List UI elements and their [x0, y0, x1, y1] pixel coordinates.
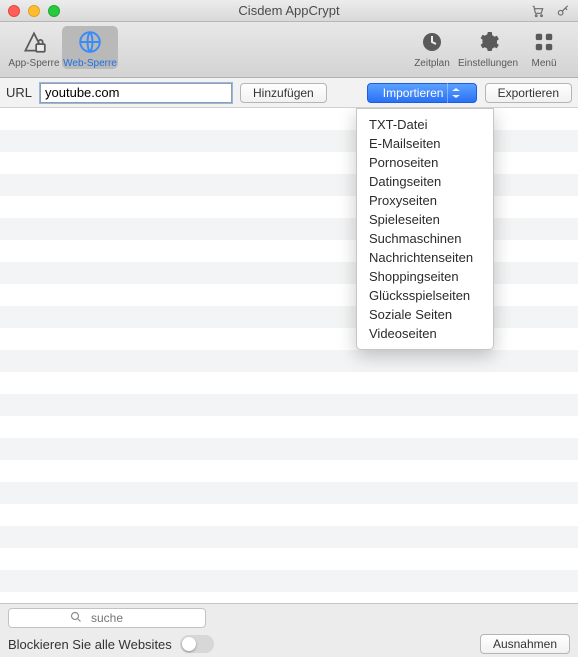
tab-web-lock[interactable]: Web-Sperre: [62, 26, 118, 69]
toolbar: App-Sperre Web-Sperre Zeitplan Einstellu…: [0, 22, 578, 78]
cart-icon[interactable]: [530, 4, 546, 18]
clock-icon: [418, 28, 446, 56]
app-lock-icon: [20, 28, 48, 56]
url-input[interactable]: [40, 83, 232, 103]
table-row: [0, 350, 578, 372]
import-menu-item[interactable]: Suchmaschinen: [357, 229, 493, 248]
schedule-button[interactable]: Zeitplan: [404, 26, 460, 69]
import-dropdown-menu: TXT-DateiE-MailseitenPornoseitenDatingse…: [356, 108, 494, 350]
table-row: [0, 526, 578, 548]
block-all-label: Blockieren Sie alle Websites: [8, 637, 172, 652]
export-button[interactable]: Exportieren: [485, 83, 572, 103]
table-row: [0, 438, 578, 460]
import-menu-item[interactable]: Nachrichtenseiten: [357, 248, 493, 267]
import-menu-item[interactable]: Shoppingseiten: [357, 267, 493, 286]
url-row: URL Hinzufügen Importieren Exportieren: [0, 78, 578, 108]
divider: [447, 83, 448, 103]
tab-web-lock-label: Web-Sperre: [63, 58, 117, 69]
chevron-down-icon: [452, 88, 460, 98]
grid-icon: [530, 28, 558, 56]
key-icon[interactable]: [556, 4, 570, 18]
table-row: [0, 592, 578, 603]
import-menu-item[interactable]: TXT-Datei: [357, 115, 493, 134]
zoom-window-button[interactable]: [48, 5, 60, 17]
table-row: [0, 372, 578, 394]
url-label: URL: [6, 85, 32, 100]
import-menu-item[interactable]: Spieleseiten: [357, 210, 493, 229]
import-label: Importieren: [383, 86, 444, 100]
table-row: [0, 482, 578, 504]
table-row: [0, 416, 578, 438]
close-window-button[interactable]: [8, 5, 20, 17]
url-list: TXT-DateiE-MailseitenPornoseitenDatingse…: [0, 108, 578, 603]
import-popup[interactable]: Importieren: [367, 83, 477, 103]
tab-app-lock-label: App-Sperre: [8, 58, 59, 69]
gear-icon: [474, 28, 502, 56]
import-menu-item[interactable]: Datingseiten: [357, 172, 493, 191]
titlebar: Cisdem AppCrypt: [0, 0, 578, 22]
tab-app-lock[interactable]: App-Sperre: [6, 26, 62, 69]
table-row: [0, 570, 578, 592]
exceptions-button[interactable]: Ausnahmen: [480, 634, 570, 654]
import-menu-item[interactable]: Glücksspielseiten: [357, 286, 493, 305]
menu-label: Menü: [531, 58, 556, 69]
search-input[interactable]: [8, 608, 206, 628]
minimize-window-button[interactable]: [28, 5, 40, 17]
table-row: [0, 460, 578, 482]
settings-label: Einstellungen: [458, 58, 518, 69]
schedule-label: Zeitplan: [414, 58, 450, 69]
block-all-toggle[interactable]: [180, 635, 214, 653]
web-lock-icon: [76, 28, 104, 56]
add-button[interactable]: Hinzufügen: [240, 83, 327, 103]
settings-button[interactable]: Einstellungen: [460, 26, 516, 69]
import-menu-item[interactable]: E-Mailseiten: [357, 134, 493, 153]
window-title: Cisdem AppCrypt: [0, 3, 578, 18]
traffic-lights: [8, 5, 60, 17]
import-menu-item[interactable]: Videoseiten: [357, 324, 493, 343]
table-row: [0, 504, 578, 526]
menu-button[interactable]: Menü: [516, 26, 572, 69]
import-menu-item[interactable]: Proxyseiten: [357, 191, 493, 210]
import-menu-item[interactable]: Soziale Seiten: [357, 305, 493, 324]
table-row: [0, 548, 578, 570]
table-row: [0, 394, 578, 416]
import-menu-item[interactable]: Pornoseiten: [357, 153, 493, 172]
footer: Blockieren Sie alle Websites Ausnahmen: [0, 603, 578, 657]
